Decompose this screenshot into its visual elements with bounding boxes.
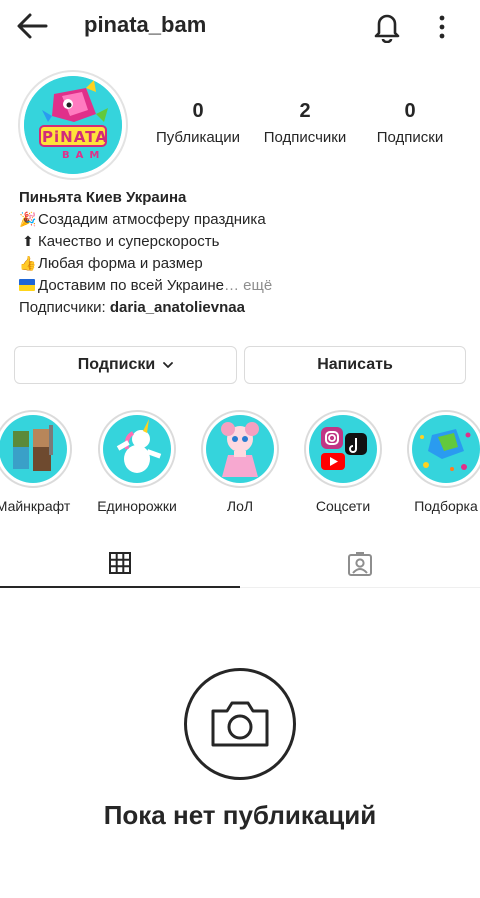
- highlight-label: ЛоЛ: [226, 498, 254, 514]
- highlight-ring: [0, 410, 72, 488]
- highlight-ring: [98, 410, 176, 488]
- bio-line-text: Любая форма и размер: [38, 255, 203, 272]
- posts-label: Публикации: [155, 129, 241, 146]
- highlight-label: Соцсети: [315, 498, 371, 514]
- followed-by[interactable]: Подписчики: daria_anatolievnaa: [19, 297, 469, 319]
- followers-count: 2: [299, 100, 311, 122]
- bio-display-name: Пиньята Киев Украина: [19, 189, 187, 206]
- bio-line: 🎉Создадим атмосферу праздника: [19, 209, 469, 231]
- highlight-collection[interactable]: Подборка: [405, 410, 480, 514]
- story-highlights: Майнкрафт Единорожки ЛоЛ Соцсети Подборк…: [0, 410, 480, 520]
- followed-by-label: Подписчики:: [19, 299, 110, 316]
- back-arrow-icon[interactable]: [16, 12, 48, 40]
- camera-icon: [211, 701, 269, 747]
- bio-line: 👍Любая форма и размер: [19, 253, 469, 275]
- bio-line: Доставим по всей Украине… ещё: [19, 275, 469, 297]
- minecraft-art: [13, 425, 53, 471]
- ukraine-flag-icon: [19, 279, 35, 291]
- socials-cover: [309, 415, 377, 483]
- highlight-unicorns[interactable]: Единорожки: [96, 410, 178, 514]
- empty-camera-circle: [184, 668, 296, 780]
- pinata-logo: PiNATA BAM: [24, 76, 122, 174]
- profile-tabs: [0, 540, 480, 588]
- stat-following[interactable]: 0 Подписки: [355, 100, 465, 146]
- collection-cover: [412, 415, 480, 483]
- minecraft-cover: [0, 415, 67, 483]
- highlight-lol[interactable]: ЛоЛ: [199, 410, 281, 514]
- lol-doll-art: [221, 422, 259, 477]
- profile-username: pinata_bam: [84, 12, 207, 37]
- message-button-label: Написать: [317, 356, 393, 373]
- stat-followers[interactable]: 2 Подписчики: [250, 100, 360, 146]
- following-label: Подписки: [376, 129, 444, 146]
- chevron-down-icon: [163, 362, 174, 368]
- tagged-person-icon: [348, 552, 372, 576]
- unicorn-art: [116, 419, 162, 473]
- bio-line-text: Создадим атмосферу праздника: [38, 211, 266, 228]
- bio-line: ⬆ Качество и суперскорость: [19, 231, 469, 253]
- highlight-socials[interactable]: Соцсети: [302, 410, 384, 514]
- bell-icon[interactable]: [372, 11, 402, 43]
- tab-posts-grid[interactable]: [0, 540, 240, 588]
- empty-state-text: Пока нет публикаций: [103, 800, 377, 830]
- thumbs-up-icon: 👍: [19, 256, 37, 272]
- top-bar: pinata_bam: [0, 0, 480, 54]
- social-logos-art: [321, 427, 367, 470]
- posts-count: 0: [192, 100, 204, 122]
- bio-more-link[interactable]: … ещё: [224, 277, 272, 294]
- followers-label: Подписчики: [263, 129, 347, 146]
- following-button[interactable]: Подписки: [14, 346, 237, 384]
- grid-icon: [109, 552, 131, 574]
- highlight-minecraft[interactable]: Майнкрафт: [0, 410, 74, 514]
- unicorn-cover: [103, 415, 171, 483]
- more-options-icon[interactable]: [432, 12, 452, 42]
- followed-by-user[interactable]: daria_anatolievnaa: [110, 299, 245, 316]
- highlight-ring: [201, 410, 279, 488]
- following-button-label: Подписки: [77, 356, 156, 373]
- highlight-label: Единорожки: [97, 498, 177, 514]
- top-arrow-icon: ⬆: [22, 234, 34, 250]
- profile-avatar[interactable]: PiNATA BAM: [18, 70, 128, 180]
- following-count: 0: [404, 100, 416, 122]
- profile-bio: Пиньята Киев Украина 🎉Создадим атмосферу…: [19, 187, 469, 319]
- highlight-label: Подборка: [414, 498, 478, 514]
- logo-text: PiNATA: [42, 128, 108, 146]
- highlight-ring: [407, 410, 480, 488]
- bio-line-text: Доставим по всей Украине: [38, 277, 224, 294]
- highlight-ring: [304, 410, 382, 488]
- bio-line-text: Качество и суперскорость: [38, 233, 220, 250]
- pinata-collection-art: [420, 429, 471, 471]
- highlight-label: Майнкрафт: [0, 498, 71, 514]
- message-button[interactable]: Написать: [244, 346, 466, 384]
- logo-subtext: BAM: [62, 150, 106, 161]
- party-popper-icon: 🎉: [19, 212, 37, 228]
- stat-posts[interactable]: 0 Публикации: [143, 100, 253, 146]
- lol-doll-cover: [206, 415, 274, 483]
- tab-tagged[interactable]: [240, 540, 480, 588]
